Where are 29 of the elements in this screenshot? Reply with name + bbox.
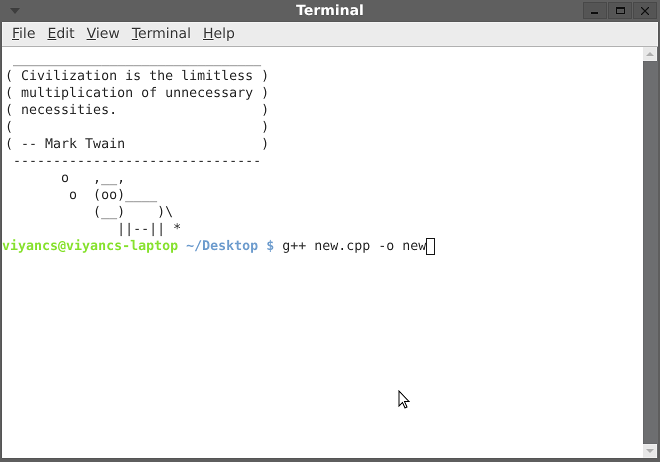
terminal-output-line: ( necessities. ) (5, 102, 270, 119)
menu-item[interactable]: View (82, 24, 125, 44)
menu-item[interactable]: File (7, 24, 40, 44)
terminal-output-line: (__) )\ (92, 204, 174, 221)
maximize-icon (616, 6, 624, 14)
prompt-user-host: viyancs@viyancs-laptop (2, 238, 178, 255)
terminal-output-line: ( -- Mark Twain ) (5, 136, 270, 153)
menu-item[interactable]: Help (198, 24, 240, 44)
terminal-output-line: o ,__, (60, 170, 126, 187)
terminal-output-line: ( Civilization is the limitless ) (5, 68, 270, 85)
mouse-pointer-icon (398, 390, 410, 409)
scrollbar[interactable] (643, 47, 658, 458)
terminal-output-line: ||--|| * (116, 221, 182, 238)
terminal-output-line: ------------------------------- (12, 153, 262, 170)
menu-item[interactable]: Edit (42, 24, 80, 44)
close-icon (641, 6, 649, 14)
terminal-output-line: _______________________________ (12, 51, 262, 68)
prompt-path: ~/Desktop $ (186, 238, 274, 255)
menu-item[interactable]: Terminal (126, 24, 196, 44)
window-title: Terminal (296, 2, 364, 20)
command-text: g++ new.cpp -o new (282, 238, 426, 255)
terminal-output-line: ( ) (5, 119, 270, 136)
window-menu-icon[interactable] (10, 8, 20, 14)
minimize-button[interactable] (583, 2, 607, 19)
terminal-output-line: o (oo)____ (68, 187, 158, 204)
text-cursor (426, 238, 436, 255)
terminal-output-line: ( multiplication of unnecessary ) (5, 85, 270, 102)
close-button[interactable] (633, 2, 657, 19)
maximize-button[interactable] (608, 2, 632, 19)
